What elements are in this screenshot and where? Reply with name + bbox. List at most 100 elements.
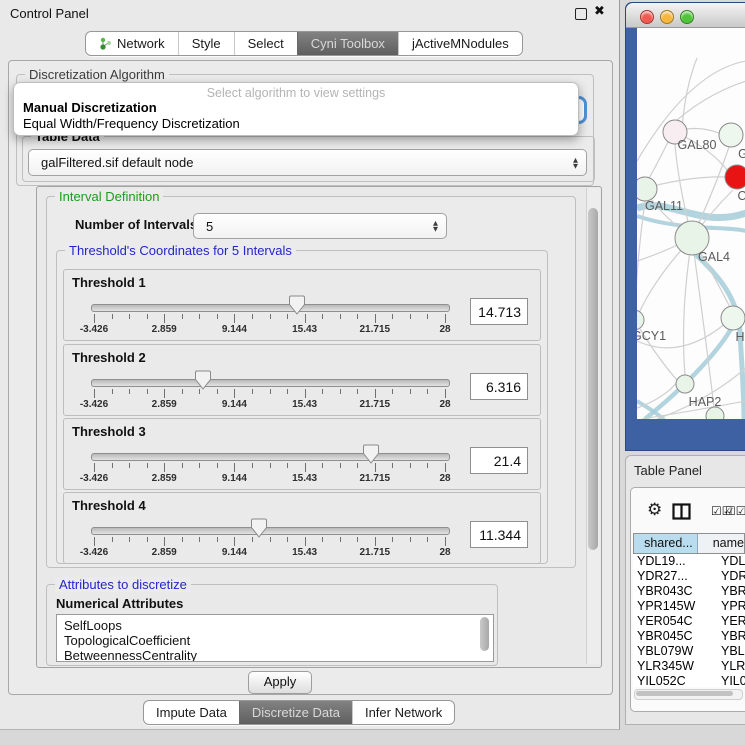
slider-tick	[217, 537, 218, 542]
attribute-list-item[interactable]: BetweennessCentrality	[57, 648, 493, 662]
tab-style[interactable]: Style	[178, 32, 234, 55]
table-cell-shared-name[interactable]: YBR043C	[633, 584, 710, 599]
dropdown-option-manual-discretization[interactable]: Manual Discretization	[14, 100, 578, 116]
slider-tick	[322, 537, 323, 542]
table-row[interactable]: YBL079WYBL079W	[633, 644, 745, 659]
table-cell-shared-name[interactable]: YPR145W	[633, 599, 710, 614]
tab-network[interactable]: Network	[86, 32, 178, 55]
threshold-value-field[interactable]	[470, 373, 528, 400]
tab-infer-network[interactable]: Infer Network	[352, 701, 454, 724]
slider-track[interactable]	[91, 379, 450, 387]
table-row[interactable]: YLR345WYLR345W	[633, 659, 745, 674]
network-node-label: G	[738, 147, 745, 161]
number-of-intervals-value: 5	[194, 219, 433, 234]
network-edge[interactable]	[657, 368, 745, 419]
tab-jactivemnodules[interactable]: jActiveMNodules	[398, 32, 522, 55]
network-edge[interactable]	[648, 142, 668, 180]
slider-tick	[410, 389, 411, 394]
thresholds-group-title: Threshold's Coordinates for 5 Intervals	[65, 243, 296, 258]
slider-thumb[interactable]	[195, 370, 211, 390]
number-of-intervals-combobox[interactable]: 5 ▲▼	[193, 213, 447, 239]
table-cell-name[interactable]: YIL052C	[710, 674, 745, 687]
slider-tick	[199, 537, 200, 542]
number-of-intervals-label: Number of Intervals	[75, 217, 197, 232]
network-edge-thick[interactable]	[740, 333, 744, 419]
slider-thumb[interactable]	[363, 444, 379, 464]
slider-thumb[interactable]	[289, 295, 305, 315]
gear-icon[interactable]: ⚙	[647, 500, 662, 520]
close-icon[interactable]: ✖	[594, 4, 605, 19]
table-data-combobox[interactable]: galFiltered.sif default node ▲▼	[28, 149, 587, 176]
table-row[interactable]: YBR043CYBR043C	[633, 584, 745, 599]
table-row[interactable]: YBR045CYBR045C	[633, 629, 745, 644]
dropdown-option-equal-width-frequency-discretization[interactable]: Equal Width/Frequency Discretization	[14, 116, 578, 132]
tab-discretize-data[interactable]: Discretize Data	[239, 701, 352, 724]
network-edge[interactable]	[653, 177, 725, 186]
column-header-shared-name[interactable]: shared...	[634, 534, 698, 553]
table-cell-name[interactable]: YDR27...	[710, 569, 745, 584]
network-edge[interactable]	[687, 129, 719, 134]
float-icon[interactable]	[575, 8, 587, 20]
split-columns-icon[interactable]	[672, 503, 691, 520]
tab-select[interactable]: Select	[234, 32, 297, 55]
slider-track[interactable]	[91, 527, 450, 535]
table-hscrollbar-thumb[interactable]	[636, 691, 733, 696]
table-hscrollbar-track[interactable]	[634, 689, 743, 700]
network-node-hap2[interactable]	[676, 375, 694, 393]
slider-tick	[305, 537, 306, 546]
table-cell-shared-name[interactable]: YBL079W	[633, 644, 710, 659]
table-cell-name[interactable]: YER054C	[710, 614, 745, 629]
table-cell-shared-name[interactable]: YDL19...	[633, 554, 710, 569]
slider-track[interactable]	[91, 453, 450, 461]
tab-cyni-toolbox[interactable]: Cyni Toolbox	[297, 32, 398, 55]
close-traffic-light[interactable]	[640, 10, 654, 24]
minimize-traffic-light[interactable]	[660, 10, 674, 24]
table-cell-shared-name[interactable]: YER054C	[633, 614, 710, 629]
numerical-attributes-list[interactable]: SelfLoopsTopologicalCoefficientBetweenne…	[56, 614, 494, 662]
slider-tick	[129, 537, 130, 542]
table-cell-name[interactable]: YDL19...	[710, 554, 745, 569]
slider-tick	[112, 389, 113, 394]
slider-tick	[410, 314, 411, 319]
table-cell-name[interactable]: YLR345W	[710, 659, 745, 674]
slider-tick	[340, 314, 341, 319]
table-row[interactable]: YER054CYER054C	[633, 614, 745, 629]
network-node-h[interactable]	[721, 306, 745, 330]
slider-tick	[252, 389, 253, 394]
network-canvas[interactable]: GAL80GCGAL11GAL4GCY1HHAP2	[637, 28, 745, 419]
network-node-g[interactable]	[719, 123, 743, 147]
attribute-list-item[interactable]: TopologicalCoefficient	[57, 633, 493, 648]
maximize-traffic-light[interactable]	[680, 10, 694, 24]
table-row[interactable]: YDR27...YDR27...	[633, 569, 745, 584]
table-cell-shared-name[interactable]: YBR045C	[633, 629, 710, 644]
network-edge[interactable]	[684, 238, 692, 375]
table-row[interactable]: YDL19...YDL19...	[633, 554, 745, 569]
threshold-value-field[interactable]	[470, 447, 528, 474]
network-node-c[interactable]	[725, 165, 745, 189]
table-cell-name[interactable]: YBR043C	[710, 584, 745, 599]
table-row[interactable]: YIL052CYIL052C	[633, 674, 745, 687]
attribute-list-item[interactable]: SelfLoops	[57, 618, 493, 633]
threshold-value-field[interactable]	[470, 298, 528, 325]
table-cell-shared-name[interactable]: YLR345W	[633, 659, 710, 674]
checkbox-icon[interactable]: ☑☑	[725, 504, 745, 518]
table-cell-shared-name[interactable]: YIL052C	[633, 674, 710, 687]
column-header-name[interactable]: name	[698, 534, 744, 553]
network-edge[interactable]	[682, 58, 697, 129]
slider-thumb[interactable]	[251, 518, 267, 538]
apply-button[interactable]: Apply	[248, 671, 312, 694]
network-node-gcy1[interactable]	[637, 310, 644, 330]
threshold-value-field[interactable]	[470, 521, 528, 548]
table-cell-name[interactable]: YPR145W	[710, 599, 745, 614]
main-scrollbar-thumb[interactable]	[588, 208, 598, 550]
table-cell-name[interactable]: YBR045C	[710, 629, 745, 644]
slider-track[interactable]	[91, 304, 450, 312]
threshold-1-box: Threshold 1-3.4262.8599.14415.4321.71528	[63, 269, 541, 341]
attributes-scrollbar-thumb[interactable]	[480, 617, 489, 651]
table-cell-name[interactable]: YBL079W	[710, 644, 745, 659]
network-node-gal11[interactable]	[637, 177, 657, 201]
table-cell-shared-name[interactable]: YDR27...	[633, 569, 710, 584]
network-graph[interactable]: GAL80GCGAL11GAL4GCY1HHAP2	[637, 28, 745, 419]
tab-impute-data[interactable]: Impute Data	[144, 701, 239, 724]
table-row[interactable]: YPR145WYPR145W	[633, 599, 745, 614]
